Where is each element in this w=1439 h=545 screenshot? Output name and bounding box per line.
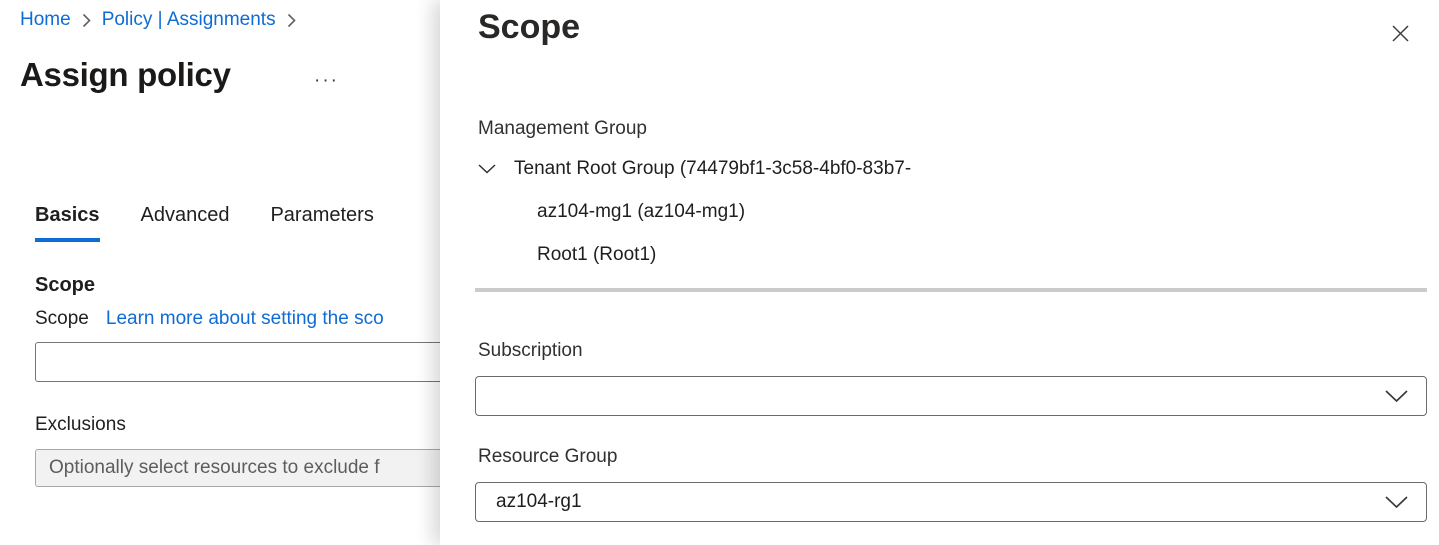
chevron-down-icon [1385, 390, 1408, 403]
scope-field-label: Scope [35, 308, 89, 330]
exclusions-label: Exclusions [35, 414, 126, 436]
page-title: Assign policy [20, 56, 231, 94]
tree-item-label: az104-mg1 (az104-mg1) [537, 201, 745, 223]
scope-learn-more-link[interactable]: Learn more about setting the sco [106, 308, 384, 330]
more-options-button[interactable]: ··· [310, 66, 343, 96]
management-group-tree: Tenant Root Group (74479bf1-3c58-4bf0-83… [478, 155, 911, 284]
tab-bar: Basics Advanced Parameters [35, 204, 374, 242]
breadcrumb: Home Policy | Assignments [20, 9, 296, 31]
close-icon [1391, 24, 1410, 43]
chevron-down-icon [1385, 496, 1408, 509]
close-button[interactable] [1383, 16, 1417, 50]
resource-group-dropdown[interactable]: az104-rg1 [475, 482, 1427, 522]
tab-advanced[interactable]: Advanced [141, 204, 230, 242]
tree-item-root1[interactable]: Root1 (Root1) [478, 241, 911, 268]
tree-item-tenant-root-group[interactable]: Tenant Root Group (74479bf1-3c58-4bf0-83… [478, 155, 911, 182]
tab-basics[interactable]: Basics [35, 204, 100, 242]
tab-parameters[interactable]: Parameters [270, 204, 373, 242]
breadcrumb-home[interactable]: Home [20, 9, 71, 31]
scope-input[interactable] [35, 342, 475, 382]
management-group-label: Management Group [478, 118, 647, 140]
tree-item-label: Tenant Root Group (74479bf1-3c58-4bf0-83… [514, 158, 911, 180]
chevron-right-icon [82, 13, 91, 28]
resource-group-dropdown-value: az104-rg1 [496, 491, 1385, 513]
chevron-down-icon[interactable] [478, 164, 500, 174]
breadcrumb-policy-assignments[interactable]: Policy | Assignments [102, 9, 276, 31]
scope-panel: Scope Management Group Tenant Root Group… [440, 0, 1439, 545]
scope-section-heading: Scope [35, 274, 95, 297]
subscription-label: Subscription [478, 340, 583, 362]
exclusions-input[interactable] [35, 449, 475, 487]
subscription-dropdown[interactable] [475, 376, 1427, 416]
tree-item-label: Root1 (Root1) [537, 244, 656, 266]
chevron-right-icon [287, 13, 296, 28]
panel-title: Scope [478, 8, 580, 47]
section-divider [475, 288, 1427, 292]
tree-item-az104-mg1[interactable]: az104-mg1 (az104-mg1) [478, 198, 911, 225]
resource-group-label: Resource Group [478, 446, 617, 468]
scope-field-row: Scope Learn more about setting the sco [35, 308, 384, 330]
